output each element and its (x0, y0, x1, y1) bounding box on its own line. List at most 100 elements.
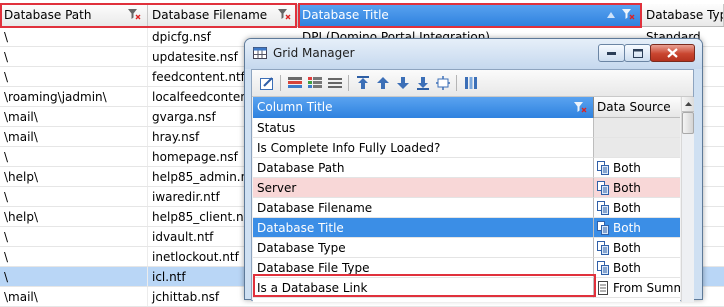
close-icon (667, 48, 678, 58)
scroll-up-button[interactable] (682, 97, 694, 112)
column-layout-icon (465, 77, 477, 89)
toolbar-separator (280, 75, 281, 91)
data-source-header[interactable]: Data Source (594, 97, 680, 118)
chevron-up-icon (684, 102, 692, 106)
move-first-icon (357, 76, 369, 89)
column-title-header-label: Column Title (257, 100, 333, 114)
data-source-cell[interactable]: Both (594, 218, 680, 238)
column-row[interactable]: Database Path Both (253, 158, 680, 178)
table-cell-path: \ (0, 147, 148, 166)
data-source-cell[interactable] (594, 138, 680, 158)
column-row[interactable]: Is a Database Link From Summ (253, 278, 680, 298)
column-row[interactable]: Database File Type Both (253, 258, 680, 278)
table-cell-path: \ (0, 247, 148, 266)
filter-icon[interactable] (621, 8, 635, 21)
lines-button[interactable] (326, 74, 344, 92)
color-columns-icon (308, 77, 322, 88)
data-source-label: Both (613, 241, 641, 255)
data-source-cell[interactable]: From Summ (594, 278, 680, 298)
move-first-button[interactable] (354, 74, 372, 92)
column-title-cell: Status (253, 118, 594, 138)
dialog-toolbar (252, 70, 693, 97)
column-header-label: Database Type (646, 8, 723, 22)
summary-source-icon (598, 280, 608, 295)
filter-icon[interactable] (277, 8, 291, 21)
edit-column-icon (260, 77, 273, 90)
column-manager-grid: Column Title Data Source Status Is Comple… (253, 97, 680, 302)
dialog-title: Grid Manager (273, 46, 355, 60)
maximize-button[interactable] (624, 44, 651, 62)
both-source-icon (597, 180, 609, 195)
data-source-cell[interactable]: Both (594, 158, 680, 178)
table-cell-path: \ (0, 27, 148, 46)
table-cell-path: \ (0, 47, 148, 66)
dialog-body: Column Title Data Source Status Is Comple… (251, 69, 694, 302)
column-title-cell: Database Type (253, 238, 594, 258)
column-title-header[interactable]: Column Title (253, 97, 594, 118)
data-source-label: Both (613, 181, 641, 195)
move-down-icon (397, 77, 409, 89)
column-header-label: Database Filename (152, 8, 268, 22)
columns-list-button[interactable] (286, 74, 304, 92)
table-cell-path: \mail\ (0, 127, 148, 146)
sort-ascending-icon (607, 12, 615, 18)
column-header-database-type[interactable]: Database Type (642, 4, 724, 26)
table-cell-path: \roaming\jadmin\ (0, 87, 148, 106)
fit-button[interactable] (434, 74, 452, 92)
data-source-cell[interactable] (594, 118, 680, 138)
table-cell-path: \help\ (0, 207, 148, 226)
table-cell-path: \ (0, 67, 148, 86)
maximize-icon (632, 48, 643, 58)
grid-manager-dialog: Grid Manager Column Title Data Source St… (244, 38, 703, 302)
dialog-titlebar[interactable]: Grid Manager (245, 39, 702, 69)
data-source-cell[interactable]: Both (594, 238, 680, 258)
grid-manager-icon (253, 47, 267, 59)
both-source-icon (597, 160, 609, 175)
column-title-cell: Is Complete Info Fully Loaded? (253, 138, 594, 158)
column-layout-button[interactable] (462, 74, 480, 92)
edit-column-button[interactable] (258, 74, 276, 92)
column-header-label: Database Title (302, 8, 389, 22)
column-title-cell: Database Path (253, 158, 594, 178)
data-source-label: From Summ (613, 281, 680, 295)
grid-header: Database Path Database Filename Database… (0, 4, 724, 27)
move-down-button[interactable] (394, 74, 412, 92)
column-header-label: Database Path (4, 8, 92, 22)
color-columns-button[interactable] (306, 74, 324, 92)
column-row[interactable]: Status (253, 118, 680, 138)
data-source-cell[interactable]: Both (594, 178, 680, 198)
table-cell-path: \ (0, 187, 148, 206)
both-source-icon (597, 220, 609, 235)
table-cell-path: \mail\ (0, 287, 148, 306)
column-row[interactable]: Is Complete Info Fully Loaded? (253, 138, 680, 158)
data-source-cell[interactable]: Both (594, 258, 680, 278)
move-up-button[interactable] (374, 74, 392, 92)
minimize-button[interactable] (598, 44, 625, 62)
toolbar-separator (456, 75, 457, 91)
column-row[interactable]: Database Filename Both (253, 198, 680, 218)
data-source-label: Both (613, 261, 641, 275)
filter-icon[interactable] (573, 101, 587, 114)
scroll-thumb[interactable] (682, 112, 694, 134)
table-cell-path: \ (0, 227, 148, 246)
column-title-cell: Is a Database Link (253, 278, 594, 298)
data-source-label: Both (613, 221, 641, 235)
data-source-cell[interactable]: Both (594, 198, 680, 218)
column-header-database-title[interactable]: Database Title (298, 4, 642, 26)
toolbar-separator (348, 75, 349, 91)
both-source-icon (597, 260, 609, 275)
columns-list-icon (288, 77, 302, 88)
column-title-cell: Database File Type (253, 258, 594, 278)
close-button[interactable] (650, 44, 695, 62)
column-header-database-path[interactable]: Database Path (0, 4, 148, 26)
filter-icon[interactable] (127, 8, 141, 21)
column-row[interactable]: Database Title Both (253, 218, 680, 238)
table-cell-path: \ (0, 267, 148, 286)
column-row[interactable]: Server Both (253, 178, 680, 198)
data-source-label: Both (613, 201, 641, 215)
table-cell-path: \help\ (0, 167, 148, 186)
vertical-scrollbar[interactable] (681, 97, 694, 302)
column-row[interactable]: Database Type Both (253, 238, 680, 258)
move-last-button[interactable] (414, 74, 432, 92)
column-header-database-filename[interactable]: Database Filename (148, 4, 298, 26)
